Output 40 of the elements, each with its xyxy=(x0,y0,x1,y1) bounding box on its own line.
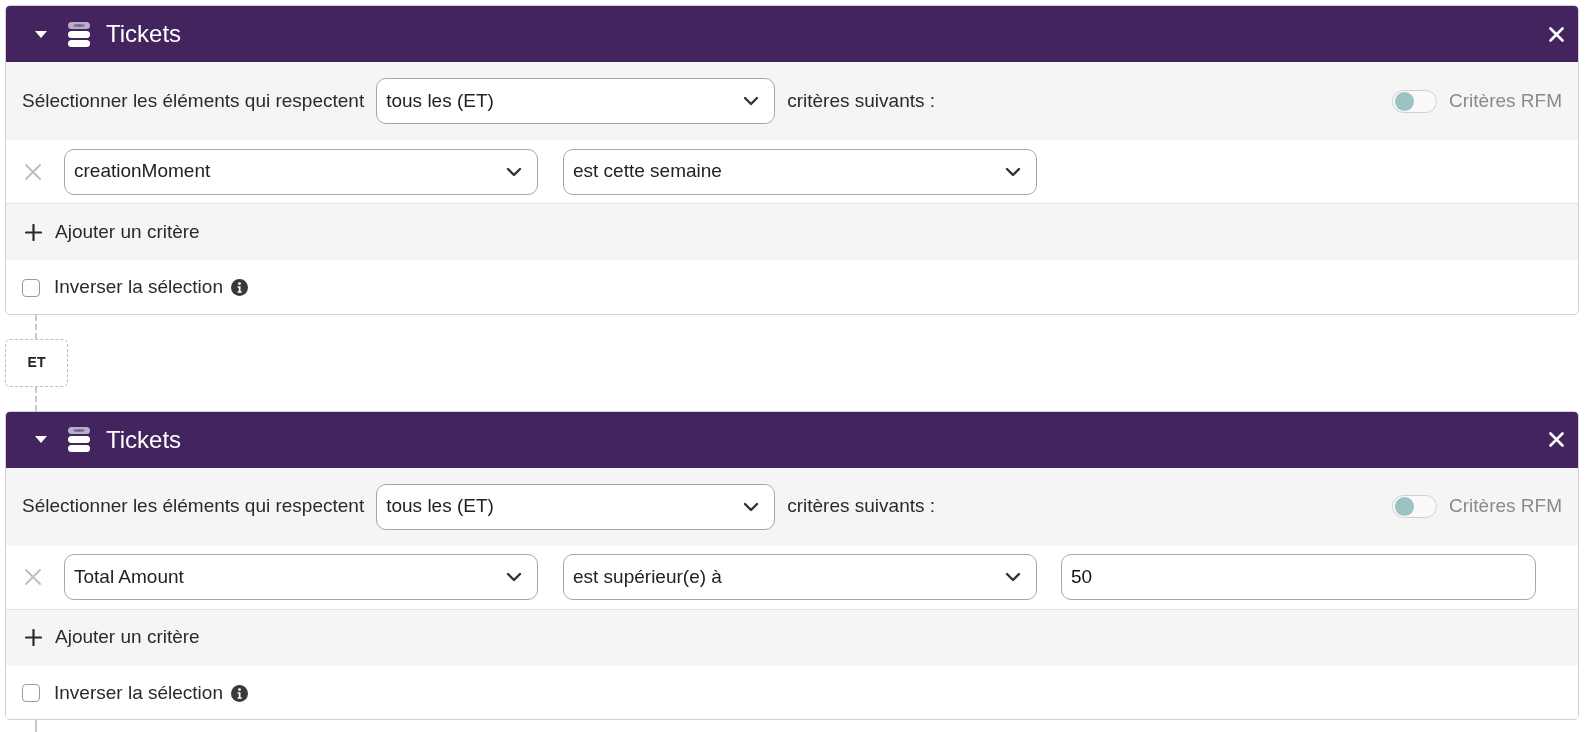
info-icon[interactable] xyxy=(230,279,248,296)
chevron-down-icon xyxy=(1005,572,1021,582)
plus-icon xyxy=(25,223,42,241)
match-dropdown[interactable]: tous les (ET) xyxy=(376,78,776,124)
add-criterion-button[interactable]: Ajouter un critère xyxy=(25,217,200,247)
rfm-label: Critères RFM xyxy=(1449,88,1562,113)
rfm-toggle[interactable] xyxy=(1392,89,1438,113)
operator-dropdown[interactable]: est cette semaine xyxy=(563,148,1037,195)
chevron-down-icon xyxy=(506,572,522,582)
field-dropdown[interactable]: creationMoment xyxy=(64,148,538,195)
info-icon[interactable] xyxy=(230,684,248,702)
chevron-down-icon xyxy=(1005,166,1021,177)
add-criterion-button[interactable]: Ajouter un critère xyxy=(25,623,200,652)
value-input[interactable]: 50 xyxy=(1061,554,1536,600)
match-label: Sélectionner les éléments qui respectent xyxy=(22,88,365,113)
match-label: Sélectionner les éléments qui respectent xyxy=(22,494,365,519)
operator-dropdown[interactable]: est supérieur(e) à xyxy=(563,554,1037,600)
rfm-toggle[interactable] xyxy=(1392,495,1438,518)
close-icon[interactable] xyxy=(1549,26,1564,42)
caret-down-icon[interactable] xyxy=(35,30,47,38)
invert-label: Inverser la sélection xyxy=(54,680,223,705)
match-suffix: critères suivants : xyxy=(787,88,936,113)
chevron-down-icon xyxy=(506,166,522,177)
panel-title: Tickets xyxy=(106,19,182,49)
plus-icon xyxy=(25,629,42,646)
logic-operator-button[interactable]: ET xyxy=(5,338,68,387)
invert-checkbox[interactable] xyxy=(22,684,40,702)
chevron-down-icon xyxy=(743,501,760,512)
invert-label: Inverser la sélection xyxy=(54,275,223,300)
panel-title: Tickets xyxy=(106,424,182,455)
invert-checkbox[interactable] xyxy=(22,278,40,297)
database-icon xyxy=(68,21,90,47)
caret-down-icon[interactable] xyxy=(35,436,47,443)
rfm-label: Critères RFM xyxy=(1449,494,1562,519)
field-dropdown[interactable]: Total Amount xyxy=(64,554,538,600)
match-dropdown[interactable]: tous les (ET) xyxy=(376,483,776,530)
close-icon[interactable] xyxy=(1549,432,1564,447)
match-suffix: critères suivants : xyxy=(787,494,936,519)
chevron-down-icon xyxy=(743,96,760,106)
database-icon xyxy=(68,427,90,452)
